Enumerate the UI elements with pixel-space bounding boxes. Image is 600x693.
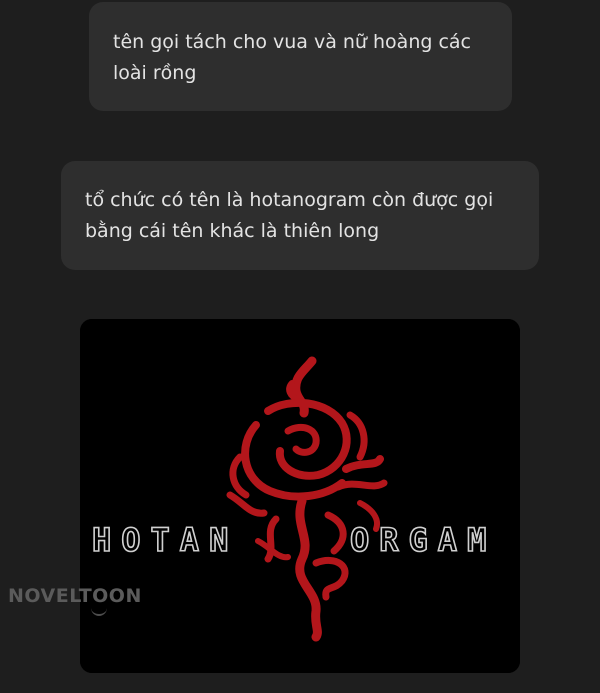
message-bubble[interactable]: tên gọi tách cho vua và nữ hoàng các loà… xyxy=(89,2,512,111)
image-message[interactable]: HOTAN ORGAM xyxy=(80,319,520,673)
message-bubble[interactable]: tổ chức có tên là hotanogram còn được gọ… xyxy=(61,161,539,270)
message-text: tổ chức có tên là hotanogram còn được gọ… xyxy=(85,189,494,242)
message-text: tên gọi tách cho vua và nữ hoàng các loà… xyxy=(113,31,472,84)
noveltoon-watermark: NOVELTOON xyxy=(8,585,142,607)
logo-text-left: HOTAN xyxy=(92,521,238,559)
chat-screen: tên gọi tách cho vua và nữ hoàng các loà… xyxy=(0,0,600,693)
hotanorgam-logo-image: HOTAN ORGAM xyxy=(80,319,520,673)
logo-text-right: ORGAM xyxy=(350,521,496,559)
